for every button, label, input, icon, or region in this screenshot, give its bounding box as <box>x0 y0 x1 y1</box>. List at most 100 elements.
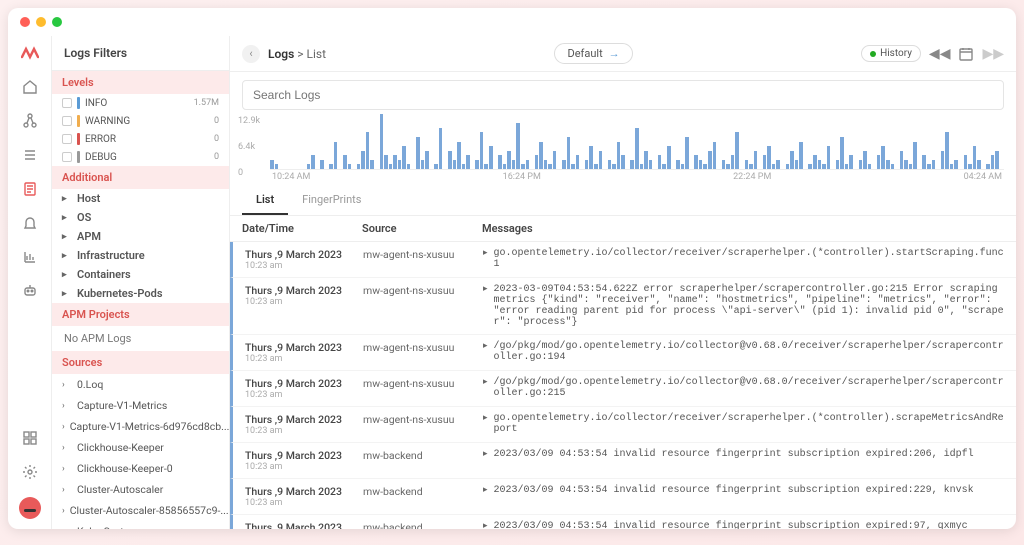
chevron-right-icon[interactable]: ▸ <box>483 449 488 460</box>
histogram-bar[interactable] <box>954 160 958 169</box>
level-filter-debug[interactable]: DEBUG0 <box>52 148 229 166</box>
close-window-dot[interactable] <box>20 17 30 27</box>
histogram-bar[interactable] <box>384 155 388 169</box>
histogram-bar[interactable] <box>708 151 712 169</box>
histogram-bar[interactable] <box>909 164 913 169</box>
source-item[interactable]: ›0.Loq <box>52 374 229 395</box>
histogram-bar[interactable] <box>795 160 799 169</box>
histogram-bar[interactable] <box>900 151 904 169</box>
histogram-bar[interactable] <box>402 146 406 169</box>
histogram-bar[interactable] <box>370 160 374 169</box>
histogram-bar[interactable] <box>544 160 548 169</box>
histogram-bar[interactable] <box>562 160 566 169</box>
histogram-bar[interactable] <box>786 164 790 169</box>
log-row[interactable]: Thurs ,9 March 202310:23 ammw-agent-ns-x… <box>230 278 1016 335</box>
histogram-bar[interactable] <box>799 142 803 170</box>
histogram-bar[interactable] <box>722 160 726 169</box>
chevron-right-icon[interactable]: ▸ <box>483 485 488 496</box>
histogram-bar[interactable] <box>731 155 735 169</box>
log-row[interactable]: Thurs ,9 March 202310:23 ammw-agent-ns-x… <box>230 371 1016 407</box>
search-input[interactable] <box>242 80 1004 110</box>
histogram-bar[interactable] <box>977 160 981 169</box>
logs-icon[interactable] <box>21 180 39 198</box>
histogram-bar[interactable] <box>361 151 365 169</box>
histogram-bar[interactable] <box>357 164 361 169</box>
chevron-right-icon[interactable]: ▸ <box>483 413 488 435</box>
log-row[interactable]: Thurs ,9 March 202310:23 ammw-agent-ns-x… <box>230 407 1016 443</box>
histogram-bar[interactable] <box>932 160 936 169</box>
histogram-bar[interactable] <box>644 151 648 169</box>
histogram-bar[interactable] <box>448 151 452 169</box>
histogram-bar[interactable] <box>608 160 612 169</box>
histogram-bar[interactable] <box>311 155 315 169</box>
histogram-bar[interactable] <box>749 164 753 169</box>
histogram-bar[interactable] <box>767 146 771 169</box>
histogram-bar[interactable] <box>275 164 279 169</box>
histogram-bar[interactable] <box>480 132 484 169</box>
avatar[interactable] <box>19 497 41 519</box>
histogram-bar[interactable] <box>827 146 831 169</box>
histogram-bar[interactable] <box>763 155 767 169</box>
histogram-bar[interactable] <box>776 160 780 169</box>
additional-item[interactable]: ▸Host <box>52 189 229 208</box>
histogram-bar[interactable] <box>343 155 347 169</box>
histogram-bar[interactable] <box>329 164 333 169</box>
histogram-bar[interactable] <box>498 155 502 169</box>
source-item[interactable]: ›Capture-V1-Metrics-6d976cd8cb... <box>52 416 229 437</box>
histogram-bar[interactable] <box>790 151 794 169</box>
histogram-bar[interactable] <box>320 160 324 169</box>
bell-icon[interactable] <box>21 214 39 232</box>
histogram-bar[interactable] <box>484 164 488 169</box>
histogram-bar[interactable] <box>516 123 520 169</box>
histogram-bar[interactable] <box>475 160 479 169</box>
level-filter-error[interactable]: ERROR0 <box>52 130 229 148</box>
maximize-window-dot[interactable] <box>52 17 62 27</box>
chevron-right-icon[interactable]: ▸ <box>483 284 488 328</box>
checkbox[interactable] <box>62 134 72 144</box>
histogram-bar[interactable] <box>416 137 420 169</box>
minimize-window-dot[interactable] <box>36 17 46 27</box>
level-filter-info[interactable]: INFO1.57M <box>52 94 229 112</box>
histogram-bar[interactable] <box>635 128 639 169</box>
histogram-bar[interactable] <box>676 160 680 169</box>
histogram-bar[interactable] <box>548 164 552 169</box>
calendar-icon[interactable] <box>958 46 974 62</box>
additional-item[interactable]: ▸OS <box>52 208 229 227</box>
histogram-bar[interactable] <box>694 155 698 169</box>
histogram-bar[interactable] <box>964 155 968 169</box>
history-pill[interactable]: History <box>861 45 921 62</box>
histogram-bar[interactable] <box>986 164 990 169</box>
histogram-bar[interactable] <box>425 151 429 169</box>
histogram-bar[interactable] <box>945 132 949 169</box>
source-item[interactable]: ›Kube-System <box>52 521 229 529</box>
histogram-bar[interactable] <box>567 137 571 169</box>
histogram-bar[interactable] <box>726 164 730 169</box>
histogram-bar[interactable] <box>891 164 895 169</box>
histogram-bar[interactable] <box>968 164 972 169</box>
histogram-bar[interactable] <box>745 160 749 169</box>
histogram-bar[interactable] <box>904 160 908 169</box>
source-item[interactable]: ›Clickhouse-Keeper-0 <box>52 458 229 479</box>
chevron-right-icon[interactable]: ▸ <box>483 521 488 529</box>
histogram-bar[interactable] <box>859 160 863 169</box>
col-messages[interactable]: Messages <box>482 222 1004 235</box>
checkbox[interactable] <box>62 116 72 126</box>
robot-icon[interactable] <box>21 282 39 300</box>
histogram-bar[interactable] <box>599 151 603 169</box>
histogram-bar[interactable] <box>535 155 539 169</box>
brand-logo[interactable] <box>21 44 39 62</box>
histogram-bar[interactable] <box>526 160 530 169</box>
checkbox[interactable] <box>62 152 72 162</box>
histogram-bar[interactable] <box>421 160 425 169</box>
back-button[interactable]: ‹ <box>242 45 260 63</box>
histogram-bar[interactable] <box>658 155 662 169</box>
histogram-bar[interactable] <box>539 142 543 170</box>
histogram-bar[interactable] <box>553 151 557 169</box>
histogram-bar[interactable] <box>594 164 598 169</box>
chevron-right-icon[interactable]: ▸ <box>483 377 488 399</box>
histogram-bar[interactable] <box>585 160 589 169</box>
log-row[interactable]: Thurs ,9 March 202310:23 ammw-agent-ns-x… <box>230 335 1016 371</box>
chart-icon[interactable] <box>21 248 39 266</box>
histogram-bar[interactable] <box>772 164 776 169</box>
histogram-bar[interactable] <box>366 132 370 169</box>
